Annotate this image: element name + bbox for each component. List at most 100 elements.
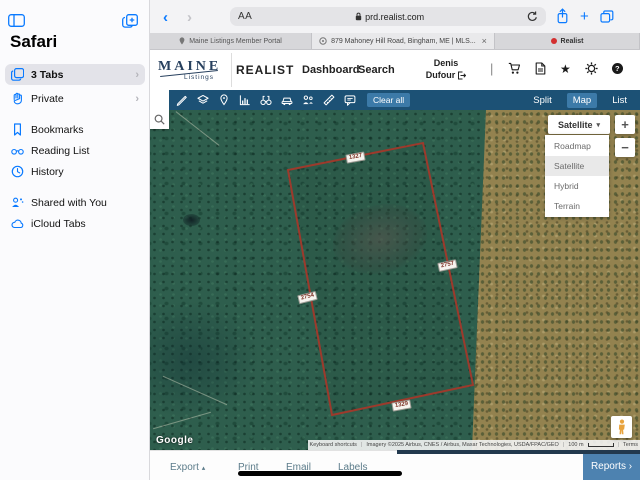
url-display: prd.realist.com bbox=[252, 12, 527, 22]
car-icon[interactable] bbox=[281, 94, 293, 106]
logo-sub-text: Listings bbox=[184, 74, 215, 81]
tabs-icon bbox=[11, 68, 24, 81]
close-tab-icon[interactable]: × bbox=[482, 36, 487, 46]
sidebar-item-label: iCloud Tabs bbox=[31, 217, 86, 230]
clock-icon bbox=[11, 165, 24, 178]
logo-main-text: MAINE bbox=[158, 59, 222, 74]
sidebar-item-label: Reading List bbox=[31, 144, 90, 157]
map-type-option-roadmap[interactable]: Roadmap bbox=[545, 136, 609, 156]
nav-search[interactable]: Search bbox=[358, 64, 395, 76]
glasses-icon bbox=[11, 144, 24, 157]
private-hand-icon bbox=[11, 92, 24, 105]
share-icon[interactable] bbox=[556, 8, 569, 24]
user-menu[interactable]: Denis Dufour bbox=[420, 57, 472, 81]
chevron-right-icon: › bbox=[135, 68, 139, 81]
zoom-in-button[interactable]: + bbox=[615, 115, 635, 134]
chart-icon[interactable] bbox=[239, 94, 251, 106]
chrome-action-icons: + bbox=[556, 8, 614, 24]
user-last-name: Dufour bbox=[425, 70, 456, 80]
map-type-label: Satellite bbox=[557, 119, 593, 130]
map-type-button[interactable]: Satellite ▾ bbox=[548, 115, 610, 134]
maine-listings-logo: MAINE Listings bbox=[158, 57, 221, 81]
cloud-icon bbox=[11, 217, 24, 230]
reports-button[interactable]: Reports › bbox=[583, 453, 640, 480]
logout-icon bbox=[458, 71, 467, 79]
map-type-option-satellite[interactable]: Satellite bbox=[545, 156, 609, 176]
zoom-out-button[interactable]: − bbox=[615, 138, 635, 157]
pegman-icon bbox=[618, 419, 625, 435]
settings-gear-icon[interactable] bbox=[585, 62, 598, 75]
sidebar-item-history[interactable]: History bbox=[5, 161, 145, 182]
ipad-screen: 6:40 PMTue Mar 11 LTE 96% Safari 3 Tabs … bbox=[0, 0, 640, 480]
tab-title: Realist bbox=[560, 37, 584, 45]
sidebar-title: Safari bbox=[10, 32, 58, 51]
back-button[interactable]: ‹ bbox=[163, 9, 168, 26]
address-bar[interactable]: AA prd.realist.com bbox=[230, 7, 546, 26]
imagery-credit: Imagery ©2025 Airbus, CNES / Airbus, Max… bbox=[366, 442, 559, 448]
sidebar-item-bookmarks[interactable]: Bookmarks bbox=[5, 119, 145, 140]
export-button[interactable]: Export ▴ bbox=[170, 462, 205, 473]
tab-maine-listings-portal[interactable]: Maine Listings Member Portal bbox=[150, 33, 312, 49]
realist-brand: REALIST bbox=[236, 63, 295, 77]
url-text: prd.realist.com bbox=[365, 11, 425, 22]
tab-title: Maine Listings Member Portal bbox=[189, 37, 282, 45]
clear-all-button[interactable]: Clear all bbox=[367, 93, 411, 107]
export-label: Export bbox=[170, 462, 199, 473]
chevron-right-icon: › bbox=[135, 92, 139, 105]
pin-icon bbox=[179, 37, 185, 45]
list-scrollbar[interactable] bbox=[397, 450, 640, 454]
forward-button[interactable]: › bbox=[187, 9, 192, 26]
satellite-map[interactable]: 1327 2757 2754 1329 Satellite ▾ Roadmap … bbox=[150, 110, 640, 450]
binoculars-icon[interactable] bbox=[260, 94, 272, 106]
cart-icon[interactable] bbox=[508, 62, 521, 75]
favorites-star-icon[interactable]: ★ bbox=[560, 63, 571, 75]
scale-label: 100 m bbox=[568, 442, 584, 448]
sidebar-toggle-icon[interactable] bbox=[8, 14, 25, 27]
tab-title: 879 Mahoney Hill Road, Bingham, ME | MLS… bbox=[331, 37, 476, 45]
keyboard-shortcuts-link[interactable]: Keyboard shortcuts bbox=[310, 442, 357, 448]
terms-link[interactable]: Terms bbox=[623, 442, 638, 448]
new-tab-group-icon[interactable] bbox=[122, 14, 138, 28]
tab-property-listing[interactable]: 879 Mahoney Hill Road, Bingham, ME | MLS… bbox=[312, 33, 495, 49]
comment-icon[interactable] bbox=[344, 94, 356, 106]
sidebar-item-reading-list[interactable]: Reading List bbox=[5, 140, 145, 161]
header-action-icons: ★ ? bbox=[508, 62, 623, 75]
home-indicator[interactable] bbox=[238, 471, 402, 476]
sidebar-item-shared-with-you[interactable]: Shared with You bbox=[5, 192, 145, 213]
view-map-button[interactable]: Map bbox=[566, 92, 598, 108]
chevron-down-icon: ▾ bbox=[596, 121, 601, 129]
refresh-icon[interactable] bbox=[527, 11, 538, 22]
map-type-option-hybrid[interactable]: Hybrid bbox=[545, 176, 609, 196]
sidebar-item-private[interactable]: Private › bbox=[5, 88, 145, 109]
sidebar-item-icloud-tabs[interactable]: iCloud Tabs bbox=[5, 213, 145, 234]
draw-pencil-icon[interactable] bbox=[176, 94, 188, 106]
realist-logo-icon bbox=[550, 38, 557, 44]
measure-ruler-icon[interactable] bbox=[323, 94, 335, 106]
scale-bar bbox=[587, 443, 614, 447]
show-tabs-icon[interactable] bbox=[600, 9, 614, 23]
lock-icon bbox=[355, 12, 362, 21]
map-pin-icon[interactable] bbox=[218, 94, 230, 106]
map-type-menu: Roadmap Satellite Hybrid Terrain bbox=[545, 135, 609, 217]
pegman-button[interactable] bbox=[611, 416, 632, 438]
user-first-name: Denis bbox=[433, 58, 459, 68]
sidebar-item-label: History bbox=[31, 165, 64, 178]
layers-icon[interactable] bbox=[197, 94, 209, 106]
tab-realist[interactable]: Realist bbox=[495, 33, 640, 49]
bookmark-icon bbox=[11, 123, 24, 136]
map-type-option-terrain[interactable]: Terrain bbox=[545, 196, 609, 216]
nav-dashboard[interactable]: Dashboard bbox=[302, 64, 359, 76]
map-search-button[interactable] bbox=[150, 110, 169, 129]
header-pipe: | bbox=[490, 61, 494, 76]
sidebar-item-tabs[interactable]: 3 Tabs › bbox=[5, 64, 145, 85]
document-icon[interactable] bbox=[535, 62, 546, 75]
reader-button[interactable]: AA bbox=[238, 11, 252, 22]
new-tab-icon[interactable]: + bbox=[580, 9, 589, 24]
sidebar-item-label: Shared with You bbox=[31, 196, 107, 209]
search-icon bbox=[154, 114, 165, 125]
people-icon[interactable] bbox=[302, 94, 314, 106]
help-icon[interactable]: ? bbox=[611, 63, 623, 74]
tab-bar: Maine Listings Member Portal 879 Mahoney… bbox=[150, 33, 640, 50]
view-list-button[interactable]: List bbox=[606, 93, 633, 108]
view-split-button[interactable]: Split bbox=[527, 93, 557, 108]
